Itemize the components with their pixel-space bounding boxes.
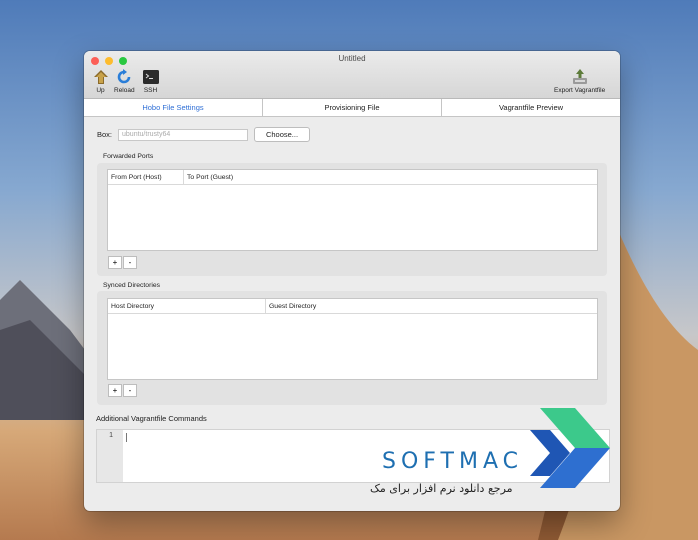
- forwarded-ports-header: From Port (Host) To Port (Guest): [108, 170, 597, 185]
- synced-directories-header: Host Directory Guest Directory: [108, 299, 597, 314]
- box-input[interactable]: ubuntu/trusty64: [118, 128, 249, 141]
- tab-provisioning-file[interactable]: Provisioning File: [263, 99, 442, 116]
- export-vagrantfile-button[interactable]: Export Vagrantfile: [554, 68, 605, 94]
- reload-icon: [116, 68, 133, 85]
- softmac-logo-icon: [530, 408, 610, 488]
- box-row: Box: ubuntu/trusty64 Choose...: [97, 127, 311, 142]
- text-cursor: [126, 433, 127, 442]
- up-arrow-icon: [92, 68, 109, 85]
- reload-button[interactable]: Reload: [114, 68, 135, 94]
- line-number-gutter: 1: [97, 430, 123, 482]
- reload-label: Reload: [114, 87, 135, 94]
- up-button[interactable]: Up: [92, 68, 109, 94]
- column-from-port[interactable]: From Port (Host): [108, 170, 184, 184]
- forwarded-ports-controls: + -: [108, 256, 138, 269]
- column-to-port[interactable]: To Port (Guest): [184, 170, 597, 184]
- tab-hobo-file-settings[interactable]: Hobo File Settings: [84, 99, 263, 116]
- add-port-button[interactable]: +: [108, 256, 122, 269]
- export-label: Export Vagrantfile: [554, 87, 606, 94]
- ssh-button[interactable]: SSH: [142, 68, 159, 94]
- terminal-icon: [142, 68, 159, 85]
- box-label: Box:: [97, 130, 113, 139]
- forwarded-ports-group: From Port (Host) To Port (Guest) + -: [97, 163, 607, 276]
- ssh-label: SSH: [143, 87, 158, 94]
- synced-directories-label: Synced Directories: [103, 282, 161, 289]
- add-directory-button[interactable]: +: [108, 384, 122, 397]
- tab-bar: Hobo File Settings Provisioning File Vag…: [84, 99, 620, 117]
- window-title: Untitled: [338, 54, 366, 63]
- choose-button[interactable]: Choose...: [254, 127, 311, 142]
- column-guest-directory[interactable]: Guest Directory: [266, 299, 597, 313]
- forwarded-ports-table[interactable]: From Port (Host) To Port (Guest): [107, 169, 598, 251]
- synced-directories-controls: + -: [108, 384, 138, 397]
- synced-directories-table[interactable]: Host Directory Guest Directory: [107, 298, 598, 380]
- tab-vagrantfile-preview[interactable]: Vagrantfile Preview: [442, 99, 620, 116]
- forwarded-ports-label: Forwarded Ports: [103, 153, 154, 160]
- remove-directory-button[interactable]: -: [123, 384, 137, 397]
- remove-port-button[interactable]: -: [123, 256, 137, 269]
- synced-directories-group: Host Directory Guest Directory + -: [97, 291, 607, 405]
- column-host-directory[interactable]: Host Directory: [108, 299, 266, 313]
- watermark-subtitle: مرجع دانلود نرم افزار برای مک: [370, 482, 513, 495]
- additional-commands-label: Additional Vagrantfile Commands: [96, 414, 207, 423]
- watermark-brand: SOFTMAC: [382, 449, 523, 474]
- title-bar: Untitled Up Reload SSH Export Vagrantfil…: [84, 51, 620, 99]
- export-icon: [571, 68, 588, 85]
- up-label: Up: [96, 87, 105, 94]
